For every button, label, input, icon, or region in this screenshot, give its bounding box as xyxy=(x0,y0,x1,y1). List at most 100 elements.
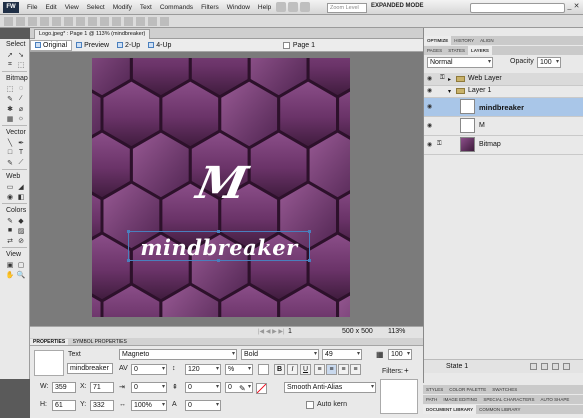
ungroup-icon[interactable] xyxy=(136,17,145,26)
text-tool-icon[interactable]: T xyxy=(16,148,26,157)
brush-tool-icon[interactable]: ∕ xyxy=(16,94,26,103)
tab-history[interactable]: HISTORY xyxy=(451,36,477,45)
show-slices-icon[interactable]: ◧ xyxy=(16,192,26,201)
visibility-eye-icon[interactable]: ◉ xyxy=(427,104,434,111)
space-before-input[interactable]: 0 xyxy=(185,382,221,393)
menu-view[interactable]: View xyxy=(61,4,83,11)
crop-tool-icon[interactable]: ⬚ xyxy=(16,60,26,69)
antialias-select[interactable]: Smooth Anti-Alias xyxy=(284,382,376,393)
lock-icon[interactable]: ⚿ xyxy=(440,75,445,82)
pencil-tool-icon[interactable]: ✱ xyxy=(5,104,15,113)
y-input[interactable]: 332 xyxy=(90,400,114,411)
open-file-icon[interactable] xyxy=(16,17,25,26)
tab-document-library[interactable]: DOCUMENT LIBRARY xyxy=(423,405,477,414)
selection-handle[interactable] xyxy=(127,230,130,233)
menu-edit[interactable]: Edit xyxy=(41,4,60,11)
indent-input[interactable]: 0 xyxy=(131,382,167,393)
x-input[interactable]: 71 xyxy=(90,382,114,393)
tab-optimize[interactable]: OPTIMIZE xyxy=(424,36,452,45)
auto-kern-checkbox[interactable] xyxy=(306,401,314,409)
layer-row-bitmap[interactable]: ◉ ⚿ Bitmap xyxy=(424,136,583,155)
magnify-icon[interactable]: 🔍 xyxy=(16,270,26,279)
tab-preview[interactable]: Preview xyxy=(72,40,113,51)
status-zoom[interactable]: 113% xyxy=(388,328,405,335)
standard-screen-icon[interactable]: ▣ xyxy=(5,260,15,269)
close-icon[interactable]: ✕ xyxy=(573,3,580,11)
swap-colors-icon[interactable]: ⇄ xyxy=(5,236,15,245)
new-file-icon[interactable] xyxy=(4,17,13,26)
bold-button[interactable]: B xyxy=(274,364,285,375)
blur-tool-icon[interactable]: ▦ xyxy=(5,114,15,123)
font-size-input[interactable]: 49 xyxy=(322,349,362,360)
height-input[interactable]: 61 xyxy=(52,400,76,411)
text-color-swatch[interactable] xyxy=(258,364,269,375)
tab-2up[interactable]: 2-Up xyxy=(113,40,144,51)
paste-icon[interactable] xyxy=(112,17,121,26)
menu-text[interactable]: Text xyxy=(136,4,156,11)
knife-tool-icon[interactable]: ⟋ xyxy=(16,158,26,167)
menu-help[interactable]: Help xyxy=(254,4,275,11)
visibility-eye-icon[interactable]: ◉ xyxy=(427,88,434,95)
tab-auto-shape[interactable]: AUTO SHAPE xyxy=(537,395,572,404)
add-mask-icon[interactable] xyxy=(541,363,548,370)
eraser-tool-icon[interactable]: ⌀ xyxy=(16,104,26,113)
search-input[interactable] xyxy=(470,3,565,13)
copy-icon[interactable] xyxy=(100,17,109,26)
tab-special-characters[interactable]: SPECIAL CHARACTERS xyxy=(480,395,537,404)
italic-button[interactable]: I xyxy=(287,364,298,375)
tab-properties[interactable]: PROPERTIES xyxy=(30,339,69,345)
paint-bucket-tool-icon[interactable]: ◆ xyxy=(16,216,26,225)
zoom-tool-icon[interactable] xyxy=(288,2,299,12)
tab-common-library[interactable]: COMMON LIBRARY xyxy=(476,405,523,414)
layer-row-m[interactable]: ◉ M xyxy=(424,117,583,136)
document-tab[interactable]: Logo.jpeg* : Page 1 @ 113% (mindbreaker) xyxy=(34,29,151,39)
hide-slices-icon[interactable]: ◉ xyxy=(5,192,15,201)
first-frame-icon[interactable]: |◀ ◀ ▶ ▶| xyxy=(258,328,285,335)
leading-input[interactable]: 120 xyxy=(185,364,221,375)
menu-commands[interactable]: Commands xyxy=(156,4,197,11)
tab-states[interactable]: STATES xyxy=(445,46,468,55)
undo-icon[interactable] xyxy=(64,17,73,26)
justify-icon[interactable]: ≡ xyxy=(350,364,361,375)
print-icon[interactable] xyxy=(52,17,61,26)
blend-mode-select[interactable]: Normal xyxy=(427,57,493,68)
align-left-icon[interactable]: ≡ xyxy=(314,364,325,375)
subselect-tool-icon[interactable]: ➘ xyxy=(16,50,26,59)
pointer-tool-icon[interactable]: ➚ xyxy=(5,50,15,59)
align-right-icon[interactable]: ≡ xyxy=(338,364,349,375)
new-folder-icon[interactable] xyxy=(552,363,559,370)
tab-path[interactable]: PATH xyxy=(423,395,440,404)
object-name-input[interactable]: mindbreaker xyxy=(67,363,113,374)
screen-mode-icon[interactable] xyxy=(300,2,311,12)
tab-color-palette[interactable]: COLOR PALETTE xyxy=(446,385,489,394)
menu-select[interactable]: Select xyxy=(83,4,109,11)
pen-tool-icon[interactable]: ✒ xyxy=(16,138,26,147)
hand-icon[interactable]: ✋ xyxy=(5,270,15,279)
state-name[interactable]: State 1 xyxy=(446,363,468,370)
horizontal-scale-input[interactable]: 100% xyxy=(131,400,167,411)
underline-button[interactable]: U xyxy=(300,364,311,375)
align-icon[interactable] xyxy=(148,17,157,26)
menu-filters[interactable]: Filters xyxy=(197,4,223,11)
hotspot-tool-icon[interactable]: ▭ xyxy=(5,182,15,191)
scale-tool-icon[interactable]: ⌗ xyxy=(5,60,15,69)
stroke-color-swatch[interactable] xyxy=(256,383,267,394)
group-icon[interactable] xyxy=(124,17,133,26)
menu-window[interactable]: Window xyxy=(223,4,254,11)
add-filter-icon[interactable]: + xyxy=(404,366,409,375)
visibility-eye-icon[interactable]: ◉ xyxy=(427,142,434,149)
menu-file[interactable]: File xyxy=(23,4,41,11)
new-layer-icon[interactable] xyxy=(530,363,537,370)
logo-monogram[interactable]: M xyxy=(92,158,350,209)
marquee-tool-icon[interactable]: ⬚ xyxy=(5,84,15,93)
stroke-color-icon[interactable]: ■ xyxy=(5,226,15,235)
freeform-tool-icon[interactable]: ✎ xyxy=(5,158,15,167)
logo-wordmark[interactable]: mindbreaker xyxy=(128,235,310,260)
collapse-arrow-icon[interactable]: ▾ xyxy=(448,88,451,95)
menu-modify[interactable]: Modify xyxy=(109,4,136,11)
rectangle-tool-icon[interactable]: □ xyxy=(5,148,15,157)
tab-layers[interactable]: LAYERS xyxy=(468,46,492,55)
cut-icon[interactable] xyxy=(88,17,97,26)
document-canvas[interactable]: M mindbreaker xyxy=(92,58,350,317)
line-tool-icon[interactable]: ╲ xyxy=(5,138,15,147)
